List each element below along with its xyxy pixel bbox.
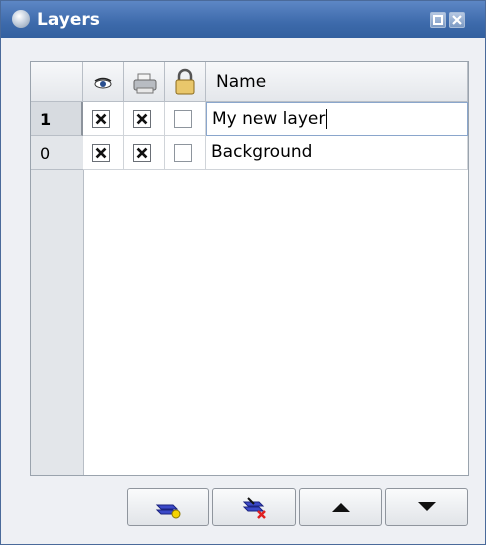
up-arrow-icon	[331, 503, 350, 512]
row-header-0[interactable]: 0	[31, 136, 83, 170]
printable-cell-1[interactable]	[124, 102, 165, 136]
restore-icon	[433, 15, 443, 25]
padlock-icon	[175, 68, 195, 95]
eye-icon	[94, 77, 112, 89]
add-layer-icon	[155, 504, 181, 519]
add-layer-button[interactable]	[127, 488, 209, 526]
title-bar[interactable]: Layers	[1, 1, 485, 38]
restore-button[interactable]	[430, 12, 446, 28]
visible-cell-1[interactable]	[83, 102, 124, 136]
row-header-1[interactable]: 1	[31, 102, 83, 136]
locked-checkbox-0[interactable]	[174, 144, 192, 162]
delete-layer-icon	[242, 497, 266, 519]
visible-checkbox-0[interactable]	[92, 144, 110, 162]
printable-cell-0[interactable]	[124, 136, 165, 170]
printable-checkbox-1[interactable]	[133, 110, 151, 128]
close-icon	[452, 15, 462, 25]
locked-cell-0[interactable]	[165, 136, 206, 170]
printer-icon	[133, 73, 157, 94]
header-printable[interactable]	[124, 62, 165, 102]
printable-checkbox-0[interactable]	[133, 144, 151, 162]
raise-layer-button[interactable]	[299, 488, 382, 526]
header-visible[interactable]	[83, 62, 124, 102]
layers-globe-icon	[12, 10, 30, 28]
visible-cell-0[interactable]	[83, 136, 124, 170]
corner-header	[31, 62, 83, 102]
layers-window: Layers Name 1 My new layer 0 Background	[0, 0, 486, 545]
layer-name-1: My new layer	[212, 109, 326, 129]
locked-checkbox-1[interactable]	[174, 110, 192, 128]
layers-table: Name 1 My new layer 0 Background	[30, 61, 469, 476]
window-title: Layers	[37, 10, 100, 30]
header-name[interactable]: Name	[206, 62, 468, 102]
close-button[interactable]	[449, 12, 465, 28]
down-arrow-icon	[417, 502, 436, 511]
layer-name-input-1[interactable]: My new layer	[206, 102, 468, 136]
layer-name-0[interactable]: Background	[206, 136, 468, 170]
text-cursor	[326, 109, 328, 129]
lower-layer-button[interactable]	[385, 488, 468, 526]
delete-layer-button[interactable]	[212, 488, 296, 526]
header-locked[interactable]	[165, 62, 206, 102]
locked-cell-1[interactable]	[165, 102, 206, 136]
visible-checkbox-1[interactable]	[92, 110, 110, 128]
